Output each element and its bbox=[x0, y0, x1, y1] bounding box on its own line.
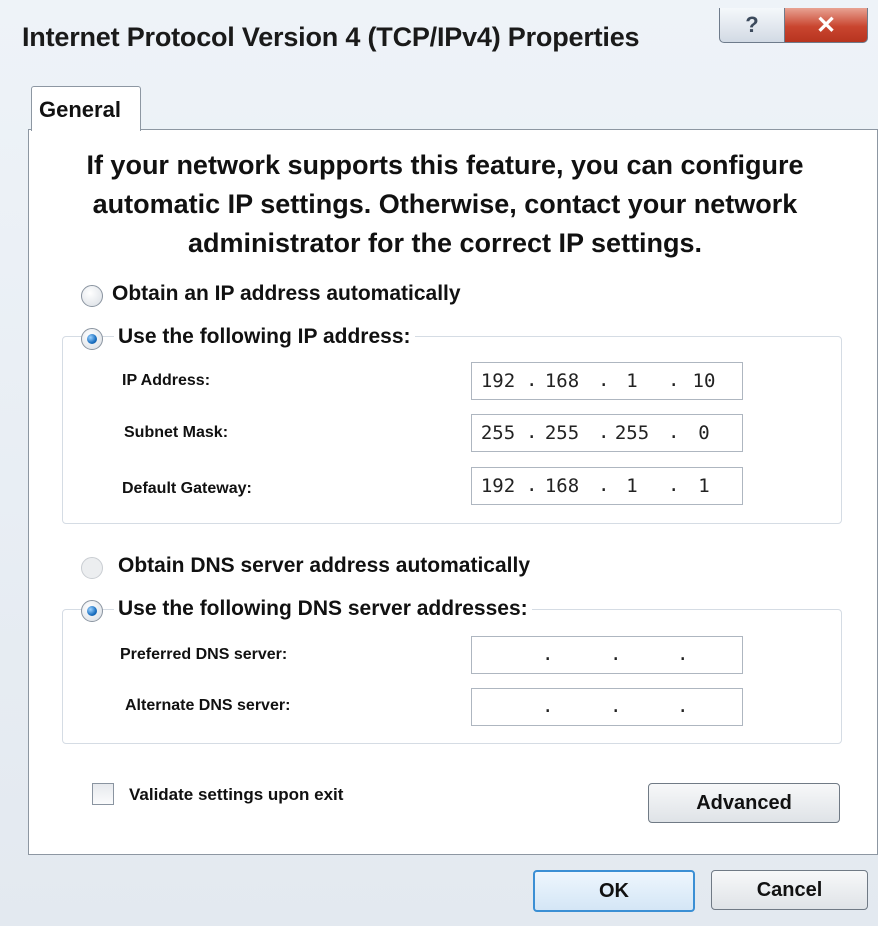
use-dns-radio[interactable] bbox=[81, 600, 103, 622]
octet: 1 bbox=[698, 475, 710, 497]
preferred-dns-label: Preferred DNS server: bbox=[120, 646, 288, 663]
advanced-button-label: Advanced bbox=[696, 791, 792, 814]
octet-separator: . bbox=[598, 369, 610, 391]
intro-text: If your network supports this feature, y… bbox=[86, 150, 804, 258]
tcpip-properties-dialog: Internet Protocol Version 4 (TCP/IPv4) P… bbox=[0, 0, 878, 926]
ok-button-label: OK bbox=[599, 879, 629, 902]
title-bar[interactable]: Internet Protocol Version 4 (TCP/IPv4) P… bbox=[0, 0, 878, 76]
octet-separator: . bbox=[598, 474, 610, 496]
octet-separator: . bbox=[526, 474, 538, 496]
octet-separator: . bbox=[668, 421, 680, 443]
use-dns-label[interactable]: Use the following DNS server addresses: bbox=[114, 597, 532, 621]
window-title: Internet Protocol Version 4 (TCP/IPv4) P… bbox=[22, 22, 640, 52]
octet: 192 bbox=[480, 370, 516, 392]
octet-separator: . bbox=[677, 695, 689, 717]
subnet-mask-input[interactable]: 255 . 255 . 255 . 0 bbox=[471, 414, 743, 452]
octet-separator: . bbox=[542, 643, 554, 665]
octet: 255 bbox=[614, 422, 650, 444]
validate-label[interactable]: Validate settings upon exit bbox=[129, 785, 343, 805]
alternate-dns-input[interactable]: . . . bbox=[471, 688, 743, 726]
octet: 0 bbox=[698, 422, 710, 444]
ok-button[interactable]: OK bbox=[533, 870, 695, 912]
default-gateway-label: Default Gateway: bbox=[122, 480, 252, 497]
preferred-dns-input[interactable]: . . . bbox=[471, 636, 743, 674]
octet: 255 bbox=[480, 422, 516, 444]
validate-checkbox[interactable] bbox=[92, 783, 114, 805]
help-icon: ? bbox=[745, 12, 759, 37]
obtain-ip-auto-label[interactable]: Obtain an IP address automatically bbox=[112, 282, 461, 306]
tab-general-label: General bbox=[39, 97, 121, 122]
use-ip-radio[interactable] bbox=[81, 328, 103, 350]
octet-separator: . bbox=[677, 643, 689, 665]
octet-separator: . bbox=[526, 369, 538, 391]
octet: 10 bbox=[692, 370, 716, 392]
octet: 168 bbox=[544, 370, 580, 392]
octet: 168 bbox=[544, 475, 580, 497]
obtain-ip-auto-radio[interactable] bbox=[81, 285, 103, 307]
help-button[interactable]: ? bbox=[719, 8, 785, 43]
cancel-button-label: Cancel bbox=[756, 878, 823, 901]
subnet-mask-label: Subnet Mask: bbox=[124, 424, 229, 441]
cancel-button[interactable]: Cancel bbox=[711, 870, 868, 910]
octet: 1 bbox=[626, 475, 638, 497]
obtain-dns-auto-label[interactable]: Obtain DNS server address automatically bbox=[118, 554, 530, 578]
obtain-dns-auto-radio[interactable] bbox=[81, 557, 103, 579]
octet: 255 bbox=[544, 422, 580, 444]
octet-separator: . bbox=[526, 421, 538, 443]
octet-separator: . bbox=[598, 421, 610, 443]
octet-separator: . bbox=[668, 474, 680, 496]
ip-address-input[interactable]: 192 . 168 . 1 . 10 bbox=[471, 362, 743, 400]
octet-separator: . bbox=[610, 643, 622, 665]
advanced-button[interactable]: Advanced bbox=[648, 783, 840, 823]
tab-general[interactable]: General bbox=[31, 86, 141, 131]
octet-separator: . bbox=[542, 695, 554, 717]
octet-separator: . bbox=[610, 695, 622, 717]
default-gateway-input[interactable]: 192 . 168 . 1 . 1 bbox=[471, 467, 743, 505]
octet: 1 bbox=[626, 370, 638, 392]
alternate-dns-label: Alternate DNS server: bbox=[125, 697, 291, 714]
octet: 192 bbox=[480, 475, 516, 497]
close-icon: ✕ bbox=[815, 11, 837, 39]
use-ip-label[interactable]: Use the following IP address: bbox=[114, 325, 415, 349]
octet-separator: . bbox=[668, 369, 680, 391]
close-button[interactable]: ✕ bbox=[784, 8, 868, 43]
ip-address-label: IP Address: bbox=[122, 372, 211, 389]
